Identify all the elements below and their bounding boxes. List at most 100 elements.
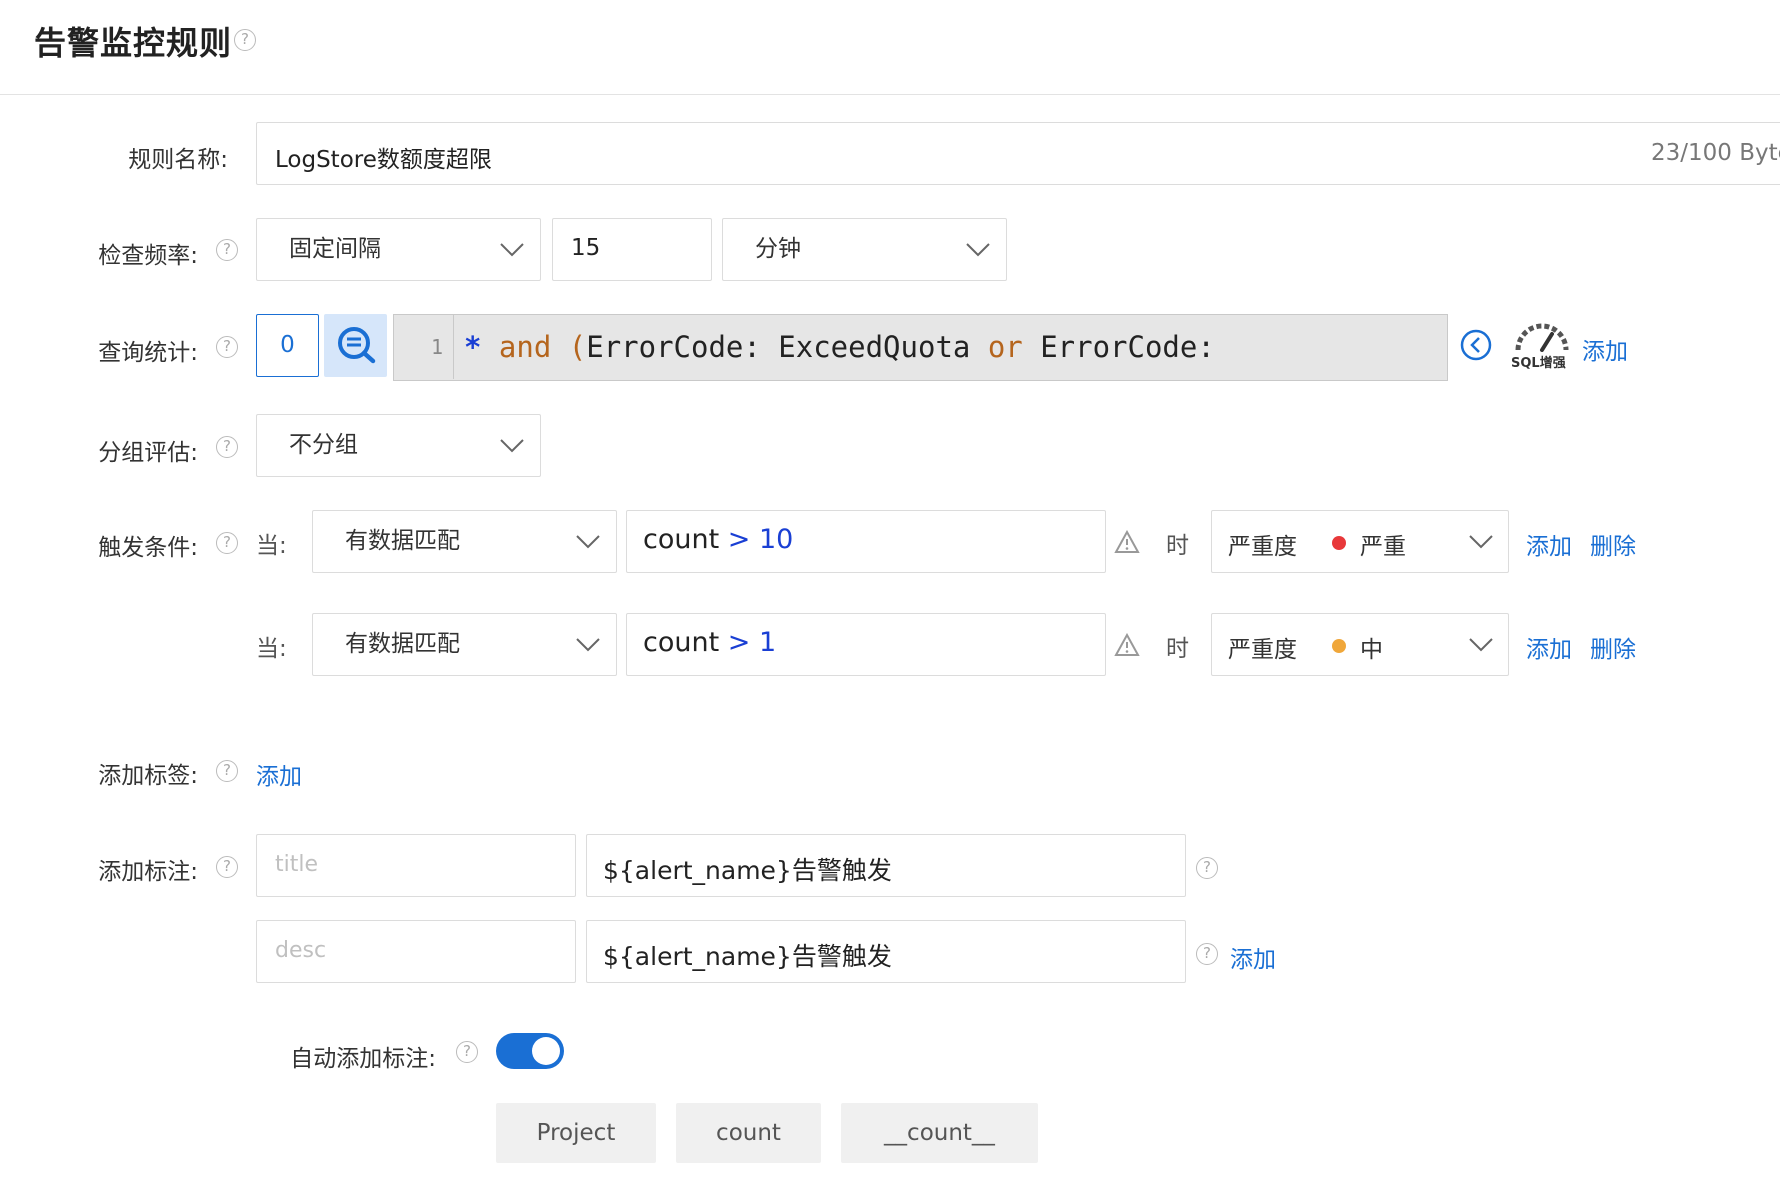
annotation-key-placeholder: title: [275, 852, 319, 877]
grouping-select[interactable]: 不分组: [256, 414, 541, 477]
query-count-badge[interactable]: 0: [256, 314, 319, 377]
toggle-knob: [532, 1037, 560, 1065]
labels-add-link[interactable]: 添加: [256, 757, 302, 791]
labels-help-icon[interactable]: ?: [216, 760, 238, 782]
severity-label: 严重度: [1228, 534, 1297, 560]
annotations-help-icon[interactable]: ?: [216, 856, 238, 878]
frequency-interval-input[interactable]: 15: [552, 218, 712, 281]
annotation-value: ${alert_name}告警触发: [603, 942, 892, 971]
search-icon: [338, 327, 376, 364]
line-number: 1: [394, 315, 454, 379]
match-select[interactable]: 有数据匹配: [312, 510, 617, 573]
expr-value: 10: [758, 524, 794, 555]
annotation-value: ${alert_name}告警触发: [603, 856, 892, 885]
severity-value: 中: [1360, 637, 1383, 663]
frequency-interval-value: 15: [571, 235, 601, 261]
chevron-down-icon: [576, 638, 600, 652]
query-help-icon[interactable]: ?: [216, 336, 238, 358]
annotation-key-input[interactable]: desc: [256, 920, 576, 983]
token-field-2: ErrorCode:: [1022, 330, 1215, 364]
severity-dot: [1332, 536, 1346, 550]
condition-expression: count > 10: [643, 524, 793, 555]
query-editor[interactable]: 1 * and (ErrorCode: ExceedQuota or Error…: [393, 314, 1448, 381]
condition-add-link[interactable]: 添加: [1526, 630, 1572, 664]
grouping-value: 不分组: [289, 432, 358, 458]
rule-name-field[interactable]: LogStore数额度超限 23/100 Byte: [256, 122, 1780, 185]
tag-count-internal-button[interactable]: __count__: [841, 1103, 1038, 1163]
condition-add-link[interactable]: 添加: [1526, 527, 1572, 561]
time-label: 时: [1166, 533, 1189, 559]
frequency-type-select[interactable]: 固定间隔: [256, 218, 541, 281]
when-label: 当:: [256, 533, 287, 559]
severity-label: 严重度: [1228, 637, 1297, 663]
chevron-down-icon: [1469, 638, 1493, 652]
token-paren: (: [551, 330, 587, 364]
grouping-help-icon[interactable]: ?: [216, 436, 238, 458]
tag-count-button[interactable]: count: [676, 1103, 821, 1163]
token-field: ErrorCode:: [586, 330, 761, 364]
chevron-left-icon[interactable]: [1459, 328, 1493, 362]
sql-enhance-button[interactable]: SQL增强: [1508, 322, 1574, 374]
condition-expression: count > 1: [643, 627, 776, 658]
query-add-link[interactable]: 添加: [1582, 332, 1628, 366]
frequency-help-icon[interactable]: ?: [216, 239, 238, 261]
header-divider: [0, 94, 1780, 95]
annotation-help-icon[interactable]: ?: [1196, 857, 1218, 879]
page-title: 告警监控规则: [34, 24, 233, 62]
query-code-line: * and (ErrorCode: ExceedQuota or ErrorCo…: [464, 315, 1215, 379]
frequency-label: 检查频率:: [98, 243, 198, 269]
warning-icon: [1114, 633, 1140, 656]
severity-value: 严重: [1360, 534, 1406, 560]
token-or: or: [970, 330, 1023, 364]
rule-name-counter: 23/100 Byte: [1651, 140, 1780, 166]
chevron-down-icon: [1469, 535, 1493, 549]
condition-expression-input[interactable]: count > 1: [626, 613, 1106, 676]
severity-select[interactable]: 严重度 严重: [1211, 510, 1509, 573]
expr-field: count: [643, 524, 720, 555]
labels-label: 添加标签:: [98, 763, 198, 789]
gauge-icon: [1515, 323, 1569, 352]
help-icon[interactable]: ?: [234, 29, 256, 51]
rule-name-value: LogStore数额度超限: [275, 147, 492, 173]
match-value: 有数据匹配: [345, 631, 460, 657]
query-preview-button[interactable]: [324, 314, 387, 377]
auto-annotation-help-icon[interactable]: ?: [456, 1041, 478, 1063]
annotation-value-input[interactable]: ${alert_name}告警触发: [586, 834, 1186, 897]
match-select[interactable]: 有数据匹配: [312, 613, 617, 676]
trigger-condition-row: 当: 有数据匹配 count > 10 时 严重度 严重 添加 删除: [0, 510, 1780, 574]
token-star: *: [464, 330, 482, 364]
condition-delete-link[interactable]: 删除: [1590, 527, 1636, 561]
rule-name-label: 规则名称:: [128, 147, 228, 173]
annotation-help-icon[interactable]: ?: [1196, 943, 1218, 965]
annotations-label: 添加标注:: [98, 859, 198, 885]
annotation-add-link[interactable]: 添加: [1230, 940, 1276, 974]
frequency-unit-select[interactable]: 分钟: [722, 218, 1007, 281]
grouping-label: 分组评估:: [98, 440, 198, 466]
query-label: 查询统计:: [98, 340, 198, 366]
trigger-condition-row: 当: 有数据匹配 count > 1 时 严重度 中 添加 删除: [0, 613, 1780, 677]
chevron-down-icon: [966, 243, 990, 257]
condition-expression-input[interactable]: count > 10: [626, 510, 1106, 573]
warning-icon: [1114, 530, 1140, 553]
annotation-key-placeholder: desc: [275, 938, 327, 963]
when-label: 当:: [256, 636, 287, 662]
match-value: 有数据匹配: [345, 528, 460, 554]
severity-select[interactable]: 严重度 中: [1211, 613, 1509, 676]
chevron-down-icon: [500, 439, 524, 453]
chevron-down-icon: [576, 535, 600, 549]
tag-project-button[interactable]: Project: [496, 1103, 656, 1163]
auto-annotation-toggle[interactable]: [496, 1033, 564, 1069]
expr-field: count: [643, 627, 720, 658]
annotation-value-input[interactable]: ${alert_name}告警触发: [586, 920, 1186, 983]
token-and: and: [481, 330, 552, 364]
expr-operator: >: [719, 627, 759, 658]
condition-delete-link[interactable]: 删除: [1590, 630, 1636, 664]
time-label: 时: [1166, 636, 1189, 662]
sql-enhance-label: SQL增强: [1511, 356, 1566, 371]
frequency-unit-value: 分钟: [755, 236, 801, 262]
severity-dot: [1332, 639, 1346, 653]
token-value: ExceedQuota: [760, 330, 971, 364]
annotation-key-input[interactable]: title: [256, 834, 576, 897]
frequency-type-value: 固定间隔: [289, 236, 381, 262]
auto-annotation-label: 自动添加标注:: [290, 1046, 436, 1072]
